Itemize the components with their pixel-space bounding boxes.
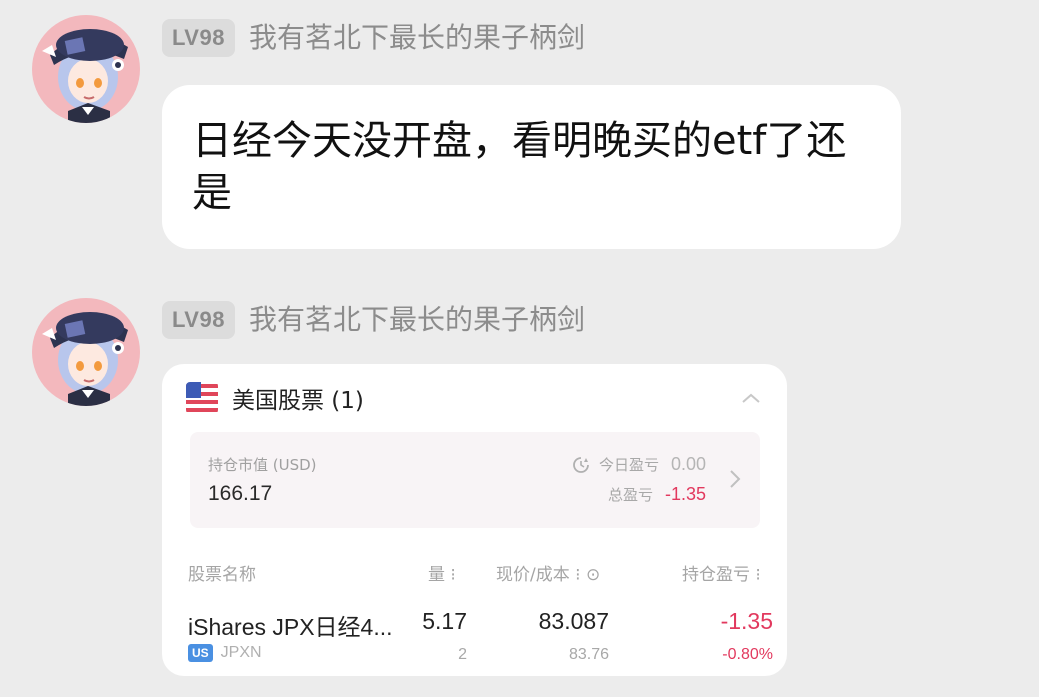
today-pl-label: 今日盈亏 <box>598 456 659 474</box>
stock-name[interactable]: iShares JPX日经4... <box>188 608 393 642</box>
message-bubble[interactable]: 日经今天没开盘，看明晚买的etf了还是 <box>162 85 901 249</box>
refresh-clock-icon <box>573 456 589 473</box>
chevron-right-icon[interactable] <box>728 468 742 494</box>
column-header-qty[interactable]: 量 ⁝ <box>428 560 456 585</box>
market-value-label: 持仓市值 (USD) <box>208 456 317 474</box>
total-pl-value: -1.35 <box>664 484 706 504</box>
market-badge: US <box>188 644 213 662</box>
total-pl: 总盈亏 -1.35 <box>608 484 706 505</box>
card-title: 美国股票 (1) <box>232 388 364 414</box>
portfolio-card[interactable]: 美国股票 (1) 持仓市值 (USD) 166.17 今日盈亏 0.00 总盈亏 <box>162 364 787 676</box>
stock-ticker: JPXN <box>220 644 262 661</box>
stock-quantity: 2 <box>458 646 467 663</box>
avatar-image <box>32 15 140 123</box>
stock-pl: -1.35 <box>720 608 773 634</box>
chevron-up-icon[interactable] <box>739 386 763 410</box>
nickname[interactable]: 我有茗北下最长的果子柄剑 <box>249 18 585 58</box>
user-avatar[interactable] <box>32 298 140 406</box>
user-avatar[interactable] <box>32 15 140 123</box>
column-header-name[interactable]: 股票名称 <box>188 560 256 585</box>
us-flag-icon <box>186 382 218 414</box>
today-pl: 今日盈亏 0.00 <box>571 454 706 475</box>
total-pl-label: 总盈亏 <box>607 486 653 504</box>
message-header: LV98 我有茗北下最长的果子柄剑 <box>162 300 585 340</box>
nickname[interactable]: 我有茗北下最长的果子柄剑 <box>249 300 585 340</box>
stock-price: 83.087 <box>538 608 609 634</box>
today-pl-value: 0.00 <box>670 454 706 474</box>
market-value: 166.17 <box>208 482 273 505</box>
stock-pl-percent: -0.80% <box>722 646 773 663</box>
card-header: 美国股票 (1) <box>186 378 364 418</box>
column-header-pl[interactable]: 持仓盈亏 ⁝ <box>682 560 761 585</box>
column-header-price[interactable]: 现价/成本 ⁝ ⊙ <box>496 560 600 585</box>
avatar-image <box>32 298 140 406</box>
message-header: LV98 我有茗北下最长的果子柄剑 <box>162 18 585 58</box>
level-badge: LV98 <box>162 19 235 57</box>
level-badge: LV98 <box>162 301 235 339</box>
stock-market-row: US JPXN <box>188 644 262 662</box>
position-summary[interactable]: 持仓市值 (USD) 166.17 今日盈亏 0.00 总盈亏 -1.35 <box>190 432 760 528</box>
stock-value-partial: 5.17 <box>422 608 467 634</box>
message-text: 日经今天没开盘，看明晚买的etf了还是 <box>192 118 847 216</box>
stock-cost: 83.76 <box>568 646 609 663</box>
